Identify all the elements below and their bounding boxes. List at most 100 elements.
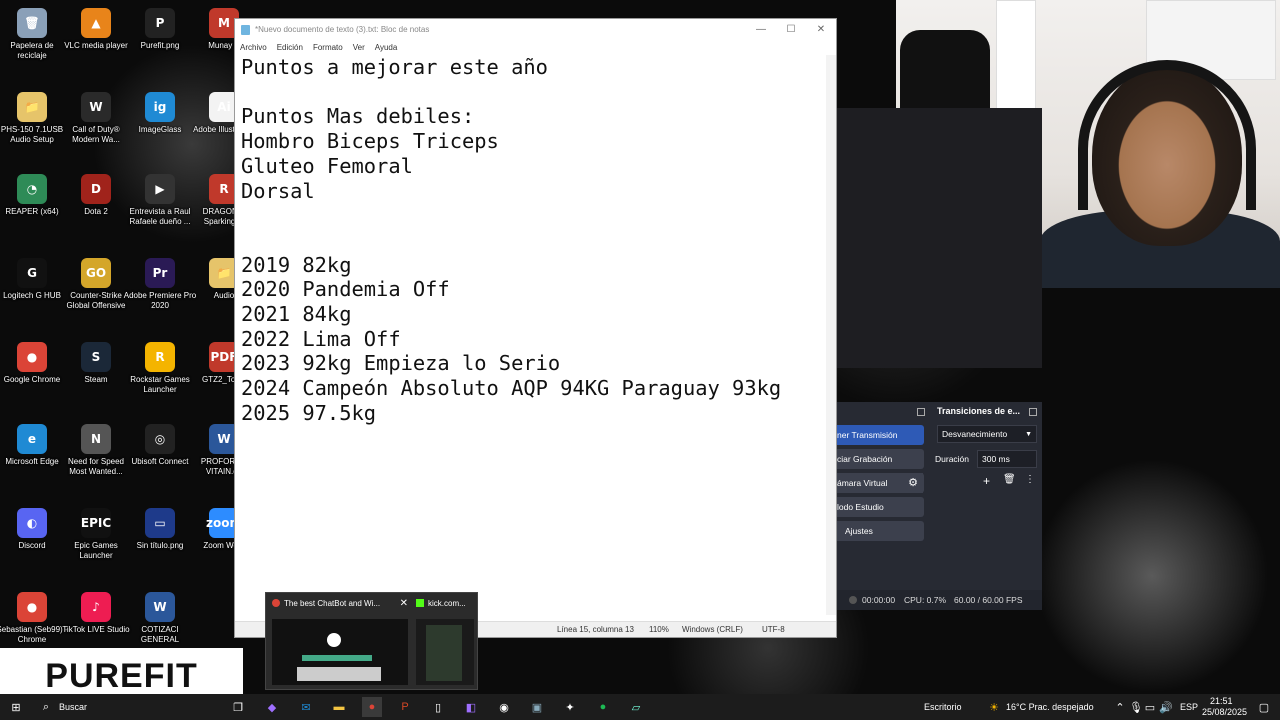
search-box[interactable]: Buscar bbox=[59, 702, 87, 712]
twitch-icon[interactable]: ◧ bbox=[461, 697, 481, 717]
text-line: 2022 Lima Off bbox=[241, 326, 401, 351]
desktop-icon[interactable]: ● Google Chrome bbox=[0, 338, 64, 416]
chrome-icon bbox=[272, 599, 280, 607]
desktop-icon[interactable]: EPIC Epic Games Launcher bbox=[64, 504, 128, 582]
copilot-icon[interactable]: ◆ bbox=[262, 697, 282, 717]
more-icon[interactable]: ⋮ bbox=[1025, 474, 1035, 485]
menu-ayuda[interactable]: Ayuda bbox=[375, 43, 398, 52]
desktop-icon[interactable]: GO Counter-Strike Global Offensive bbox=[64, 254, 128, 332]
text-line: 2023 92kg Empieza lo Serio bbox=[241, 351, 561, 376]
clock-time[interactable]: 21:51 bbox=[1210, 696, 1233, 706]
cursor-position: Línea 15, columna 13 bbox=[557, 625, 634, 634]
desktop-icon[interactable]: ◐ Discord bbox=[0, 504, 64, 582]
obs-icon[interactable]: ◉ bbox=[494, 697, 514, 717]
duration-input[interactable]: 300 ms bbox=[977, 450, 1037, 468]
start-recording-button[interactable]: ciar Grabación bbox=[837, 449, 924, 469]
app-icon: P bbox=[145, 8, 175, 38]
desktop-icon[interactable]: D Dota 2 bbox=[64, 170, 128, 248]
desktop-icon[interactable]: ▭ Sin título.png bbox=[128, 504, 192, 582]
thumbnail-kick[interactable]: kick.com... bbox=[416, 597, 474, 685]
app-icon[interactable]: ✦ bbox=[560, 697, 580, 717]
text-line: 2021 84kg bbox=[241, 302, 352, 327]
text-editor[interactable]: Puntos a mejorar este año Puntos Mas deb… bbox=[241, 55, 826, 615]
clock-date[interactable]: 25/08/2025 bbox=[1202, 707, 1247, 717]
app-icon: ▲ bbox=[81, 8, 111, 38]
desktop-icon[interactable]: ◔ REAPER (x64) bbox=[0, 170, 64, 248]
desktop-icon-label: Steam bbox=[84, 375, 108, 384]
transition-select[interactable]: Desvanecimiento ▼ bbox=[937, 425, 1037, 443]
app-icon: D bbox=[81, 174, 111, 204]
spotify-icon[interactable]: ● bbox=[593, 697, 613, 717]
desktop-icon[interactable]: 📁 PHS-150 7.1USB Audio Setup bbox=[0, 88, 64, 166]
notepad-window[interactable]: *Nuevo documento de texto (3).txt: Bloc … bbox=[234, 18, 837, 638]
start-streaming-button[interactable]: ner Transmisión bbox=[837, 425, 924, 445]
desktop-label[interactable]: Escritorio bbox=[924, 702, 962, 712]
record-indicator-icon bbox=[849, 596, 857, 604]
add-icon[interactable]: + bbox=[983, 474, 990, 488]
desktop-icon[interactable]: S Steam bbox=[64, 338, 128, 416]
desktop-icon-label: ImageGlass bbox=[138, 125, 182, 134]
undock-icon[interactable] bbox=[1029, 408, 1037, 416]
vertical-scrollbar[interactable] bbox=[826, 55, 836, 615]
minimize-icon[interactable]: — bbox=[746, 19, 776, 40]
app-icon: e bbox=[17, 424, 47, 454]
volume-icon[interactable]: 🔊 bbox=[1156, 697, 1176, 717]
desktop-icon[interactable]: ◎ Ubisoft Connect bbox=[128, 420, 192, 498]
desktop-icon[interactable]: e Microsoft Edge bbox=[0, 420, 64, 498]
duration-value: 300 ms bbox=[982, 454, 1010, 464]
desktop-icon[interactable]: N Need for Speed Most Wanted... bbox=[64, 420, 128, 498]
window-icon[interactable]: ▣ bbox=[527, 697, 547, 717]
app-icon: ▶ bbox=[145, 174, 175, 204]
text-line bbox=[241, 203, 826, 228]
desktop-icon-label: COTIZACI GENERAL bbox=[140, 625, 180, 644]
app-icon: W bbox=[145, 592, 175, 622]
windows-start-icon[interactable]: ⊞ bbox=[6, 697, 26, 717]
desktop-icon-label: Dota 2 bbox=[84, 207, 108, 216]
powerpoint-icon[interactable]: P bbox=[395, 697, 415, 717]
maximize-icon[interactable]: ☐ bbox=[776, 19, 806, 40]
language-indicator[interactable]: ESP bbox=[1180, 702, 1198, 712]
menu-formato[interactable]: Formato bbox=[313, 43, 343, 52]
desktop-icon[interactable]: P Purefit.png bbox=[128, 4, 192, 82]
chrome-icon[interactable]: ● bbox=[362, 697, 382, 717]
notepad-icon[interactable]: ▯ bbox=[428, 697, 448, 717]
thumbnail-chatbot[interactable]: The best ChatBot and Wi... ✕ bbox=[272, 597, 408, 685]
text-line: 2020 Pandemia Off bbox=[241, 277, 450, 302]
weather-text[interactable]: 16°C Prac. despejado bbox=[1006, 702, 1094, 712]
app-icon: ● bbox=[17, 342, 47, 372]
task-view-icon[interactable]: ❐ bbox=[228, 697, 248, 717]
desktop-icon-label: Need for Speed Most Wanted... bbox=[67, 457, 125, 476]
app-icon: ig bbox=[145, 92, 175, 122]
desktop-icon[interactable]: 🗑 Papelera de reciclaje bbox=[0, 4, 64, 82]
notifications-icon[interactable]: ▢ bbox=[1254, 697, 1274, 717]
menu-archivo[interactable]: Archivo bbox=[240, 43, 267, 52]
studio-mode-button[interactable]: lodo Estudio bbox=[837, 497, 924, 517]
desktop-icon[interactable]: G Logitech G HUB bbox=[0, 254, 64, 332]
desktop-icon-label: TikTok LIVE Studio bbox=[62, 625, 130, 634]
desktop-icon[interactable]: ▶ Entrevista a Raul Rafaele dueño ... bbox=[128, 170, 192, 248]
desktop-icon[interactable]: ig ImageGlass bbox=[128, 88, 192, 166]
trash-icon[interactable]: 🗑 bbox=[1003, 474, 1016, 485]
menu-edicion[interactable]: Edición bbox=[277, 43, 303, 52]
desktop-icon[interactable]: R Rockstar Games Launcher bbox=[128, 338, 192, 416]
undock-icon[interactable] bbox=[917, 408, 925, 416]
desktop-icon[interactable]: Pr Adobe Premiere Pro 2020 bbox=[124, 254, 196, 332]
obs-status-bar: 00:00:00 CPU: 0.7% 60.00 / 60.00 FPS bbox=[837, 590, 1042, 610]
close-icon[interactable]: ✕ bbox=[400, 598, 408, 609]
text-line: Hombro Biceps Triceps bbox=[241, 129, 499, 154]
notepad-icon[interactable]: ▱ bbox=[626, 697, 646, 717]
desktop-icon-label: Entrevista a Raul Rafaele dueño ... bbox=[129, 207, 191, 226]
gear-icon[interactable]: ⚙ bbox=[903, 473, 923, 493]
file-explorer-icon[interactable]: ▬ bbox=[329, 697, 349, 717]
text-line bbox=[241, 80, 826, 105]
outlook-icon[interactable]: ✉ bbox=[296, 697, 316, 717]
close-icon[interactable]: ✕ bbox=[806, 19, 836, 40]
desktop-icon-label: Call of Duty® Modern Wa... bbox=[72, 125, 120, 144]
desktop-icon[interactable]: W Call of Duty® Modern Wa... bbox=[64, 88, 128, 166]
title-bar[interactable]: *Nuevo documento de texto (3).txt: Bloc … bbox=[235, 19, 836, 40]
menu-ver[interactable]: Ver bbox=[353, 43, 365, 52]
app-icon: N bbox=[81, 424, 111, 454]
desktop-icon[interactable]: ▲ VLC media player bbox=[64, 4, 128, 82]
settings-button[interactable]: Ajustes bbox=[837, 521, 924, 541]
search-icon[interactable]: ⌕ bbox=[36, 697, 56, 717]
